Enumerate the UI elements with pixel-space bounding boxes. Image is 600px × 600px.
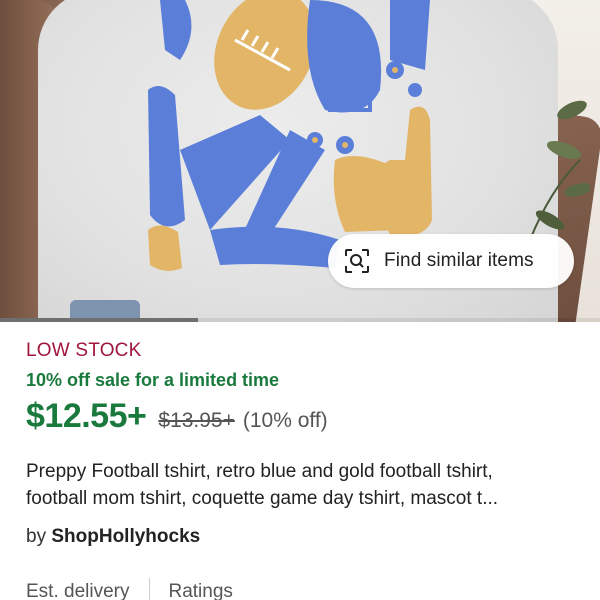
find-similar-button[interactable]: Find similar items <box>328 234 574 288</box>
info-tabs: Est. delivery Ratings <box>26 578 233 600</box>
sale-message: 10% off sale for a limited time <box>26 370 280 390</box>
tab-divider <box>149 578 151 600</box>
shop-name[interactable]: ShopHollyhocks <box>51 526 200 547</box>
price-row: $12.55+ $13.95+ (10% off) <box>26 397 586 436</box>
listing-title[interactable]: Preppy Football tshirt, retro blue and g… <box>26 458 586 512</box>
discount-percent: (10% off) <box>242 409 328 432</box>
plant-decoration <box>529 100 590 241</box>
shop-link[interactable]: by ShopHollyhocks <box>26 526 586 548</box>
tab-ratings[interactable]: Ratings <box>168 581 232 600</box>
product-image[interactable]: Find similar items <box>0 0 600 322</box>
listing-details: LOW STOCK 10% off sale for a limited tim… <box>26 340 586 548</box>
carousel-progress-fill <box>0 318 198 322</box>
visual-search-icon <box>345 249 369 273</box>
listing-title-line: football mom tshirt, coquette game day t… <box>26 488 499 509</box>
carousel-progress <box>0 318 600 322</box>
shop-by-label: by <box>26 526 47 547</box>
find-similar-label: Find similar items <box>384 250 534 271</box>
stock-status-badge: LOW STOCK <box>26 340 142 361</box>
sale-price: $12.55+ <box>26 397 147 435</box>
listing-title-line: Preppy Football tshirt, retro blue and g… <box>26 461 493 482</box>
original-price: $13.95+ <box>158 409 235 432</box>
tab-est-delivery[interactable]: Est. delivery <box>26 581 129 600</box>
